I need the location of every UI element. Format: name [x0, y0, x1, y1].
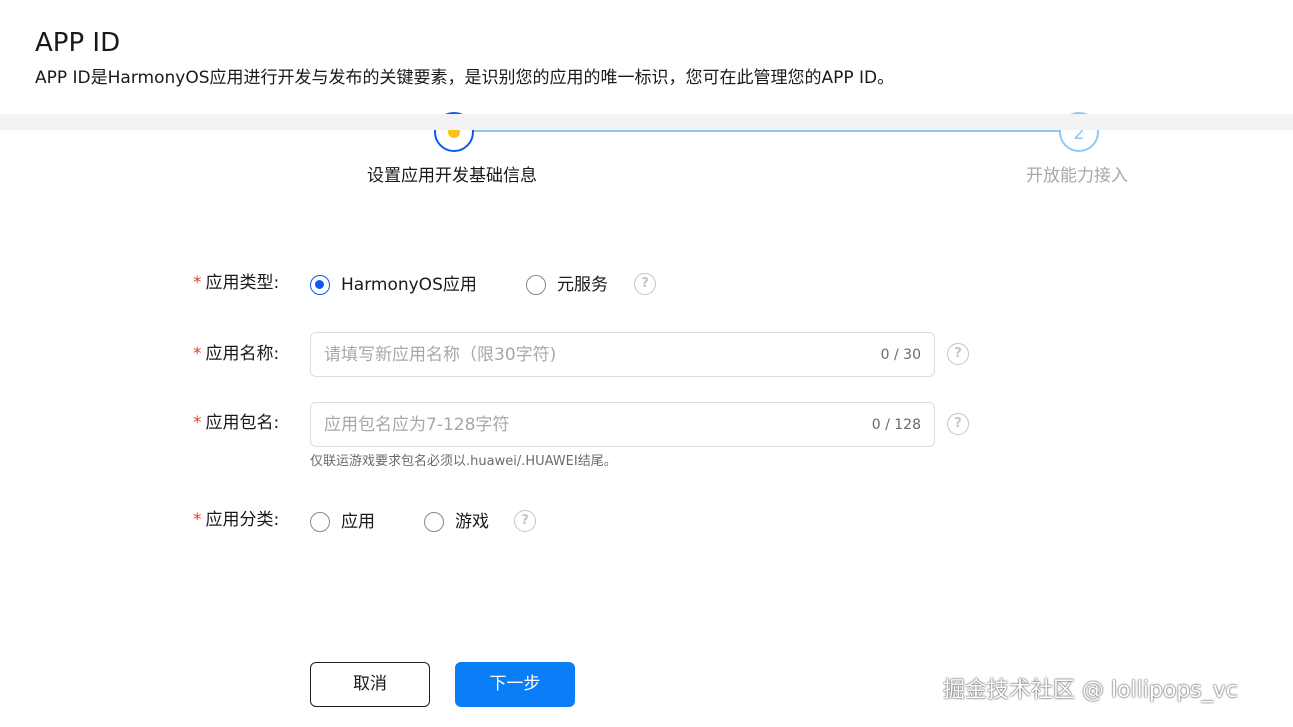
- app-name-input[interactable]: [324, 333, 844, 376]
- radio-label: 元服务: [557, 275, 608, 295]
- step-2-label: 开放能力接入: [1026, 166, 1128, 186]
- radio-category-game[interactable]: 游戏: [424, 510, 489, 534]
- package-name-char-counter: 0 / 128: [871, 417, 921, 433]
- required-mark: *: [193, 344, 202, 364]
- radio-category-app[interactable]: 应用: [310, 510, 375, 534]
- radio-atomic-service[interactable]: 元服务: [526, 273, 608, 297]
- app-category-label: * 应用分类:: [193, 510, 280, 530]
- radio-checked-icon: [310, 275, 330, 295]
- package-name-field[interactable]: 0 / 128: [310, 402, 935, 447]
- radio-unchecked-icon: [310, 512, 330, 532]
- next-step-button[interactable]: 下一步: [455, 662, 575, 707]
- page-description: APP ID是HarmonyOS应用进行开发与发布的关键要素，是识别您的应用的唯…: [35, 68, 895, 88]
- header-divider-band: [0, 114, 1293, 130]
- help-icon[interactable]: ?: [514, 510, 536, 532]
- step-1-label: 设置应用开发基础信息: [367, 166, 537, 186]
- required-mark: *: [193, 273, 202, 293]
- help-icon[interactable]: ?: [947, 343, 969, 365]
- radio-label: 游戏: [455, 512, 489, 532]
- page: APP ID APP ID是HarmonyOS应用进行开发与发布的关键要素，是识…: [0, 0, 1293, 727]
- app-type-label: * 应用类型:: [193, 273, 280, 293]
- package-name-label: * 应用包名:: [193, 413, 280, 433]
- app-name-char-counter: 0 / 30: [880, 347, 921, 363]
- package-name-input[interactable]: [324, 403, 844, 446]
- app-name-field[interactable]: 0 / 30: [310, 332, 935, 377]
- radio-label: 应用: [341, 512, 375, 532]
- page-header: APP ID APP ID是HarmonyOS应用进行开发与发布的关键要素，是识…: [0, 0, 1293, 114]
- radio-unchecked-icon: [424, 512, 444, 532]
- radio-label: HarmonyOS应用: [341, 275, 477, 295]
- app-name-label: * 应用名称:: [193, 344, 280, 364]
- package-name-hint: 仅联运游戏要求包名必须以.huawei/.HUAWEI结尾。: [310, 454, 617, 469]
- help-icon[interactable]: ?: [947, 413, 969, 435]
- watermark: 掘金技术社区 @ lollipops_vc: [943, 678, 1238, 703]
- page-title: APP ID: [35, 28, 121, 58]
- radio-harmonyos-app[interactable]: HarmonyOS应用: [310, 273, 477, 297]
- help-icon[interactable]: ?: [634, 273, 656, 295]
- cancel-button[interactable]: 取消: [310, 662, 430, 707]
- radio-unchecked-icon: [526, 275, 546, 295]
- required-mark: *: [193, 413, 202, 433]
- required-mark: *: [193, 510, 202, 530]
